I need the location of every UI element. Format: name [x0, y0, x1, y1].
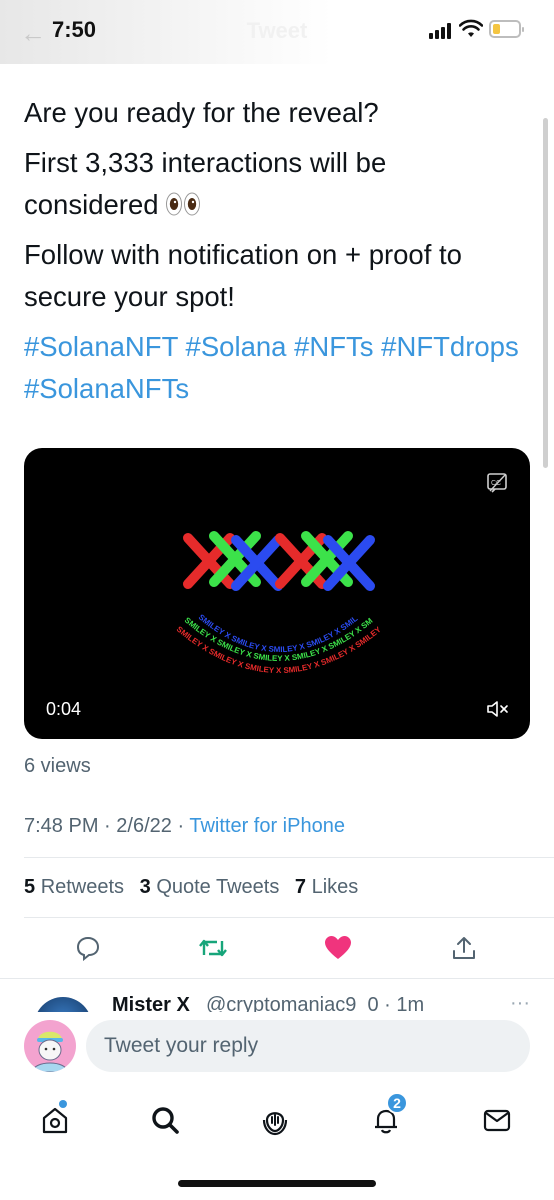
retweets-stat[interactable]: 5 Retweets: [24, 876, 124, 898]
retweets-label: Retweets: [40, 876, 125, 898]
divider: [0, 978, 554, 979]
mail-icon: [483, 1109, 511, 1132]
smiley-nft-artwork: SMILEY X SMILEY X SMILEY X SMILEY X SMIL…: [174, 526, 383, 675]
tweet-reply-input[interactable]: [86, 1020, 530, 1072]
likes-label: Likes: [311, 876, 359, 898]
tweet-line-interactions-text: First 3,333 interactions will be conside…: [24, 147, 387, 220]
reply-bar: [0, 1012, 554, 1084]
wifi-icon: [459, 19, 483, 37]
tab-spaces[interactable]: [253, 1098, 297, 1142]
divider: [24, 857, 554, 858]
tweet-date: 2/6/22: [116, 815, 172, 837]
heart-filled-icon: [325, 936, 351, 959]
reply-button[interactable]: [68, 928, 108, 968]
like-button[interactable]: [318, 928, 358, 968]
home-indicator[interactable]: [178, 1180, 376, 1187]
retweets-count: 5: [24, 876, 36, 898]
meta-separator: ·: [104, 815, 111, 837]
avatar-illustration: [31, 1031, 69, 1072]
spaces-icon: [262, 1112, 288, 1136]
closed-captions-icon[interactable]: CC: [486, 472, 508, 494]
tweet-stats: 5 Retweets 3 Quote Tweets 7 Likes: [24, 876, 368, 899]
tweet-line-follow: Follow with notification on + proof to s…: [24, 239, 462, 312]
scrollbar[interactable]: [543, 118, 548, 468]
quotes-count: 3: [139, 876, 151, 898]
status-bar: ← 7:50 Tweet: [0, 0, 554, 64]
eyes-emoji-icon: [165, 192, 200, 216]
view-count: 6 views: [24, 755, 91, 777]
home-icon: [42, 1107, 68, 1134]
meta-separator: ·: [177, 815, 185, 837]
tab-home[interactable]: [33, 1098, 77, 1142]
tweet-line-reveal: Are you ready for the reveal?: [24, 97, 379, 128]
home-new-dot: [59, 1100, 67, 1108]
tab-search[interactable]: [143, 1098, 187, 1142]
tweet-line-interactions: First 3,333 interactions will be conside…: [24, 142, 524, 226]
user-avatar[interactable]: [24, 1020, 76, 1072]
video-timestamp: 0:04: [46, 699, 82, 719]
retweet-button[interactable]: [193, 928, 233, 968]
battery-icon: [489, 20, 524, 38]
tab-notifications[interactable]: 2: [364, 1092, 408, 1142]
tweet-actions: [0, 928, 554, 972]
tweet-text: Are you ready for the reveal? First 3,33…: [24, 92, 524, 418]
video-player[interactable]: CC SMILEY X SMILEY X SMILEY X SMILEY X S…: [24, 448, 530, 739]
quote-tweets-stat[interactable]: 3 Quote Tweets: [140, 876, 280, 898]
tweet-source-link[interactable]: Twitter for iPhone: [189, 815, 345, 837]
share-icon: [453, 937, 475, 959]
tweet-hashtags[interactable]: #SolanaNFT #Solana #NFTs #NFTdrops #Sola…: [24, 326, 524, 410]
tab-messages[interactable]: [475, 1098, 519, 1142]
share-button[interactable]: [444, 928, 484, 968]
tweet-meta: 7:48 PM · 2/6/22 · Twitter for iPhone: [24, 815, 345, 838]
muted-speaker-icon[interactable]: [486, 699, 510, 719]
reply-icon: [76, 936, 100, 961]
tweet-time: 7:48 PM: [24, 815, 99, 837]
quotes-label: Quote Tweets: [156, 876, 280, 898]
divider: [24, 917, 554, 918]
likes-count: 7: [294, 876, 307, 898]
notifications-badge: 2: [386, 1092, 408, 1114]
search-icon: [152, 1107, 179, 1134]
retweet-icon: [199, 939, 227, 957]
tab-bar: 2: [0, 1084, 554, 1200]
cellular-signal-icon: [429, 23, 455, 39]
likes-stat[interactable]: 7 Likes: [295, 876, 358, 898]
